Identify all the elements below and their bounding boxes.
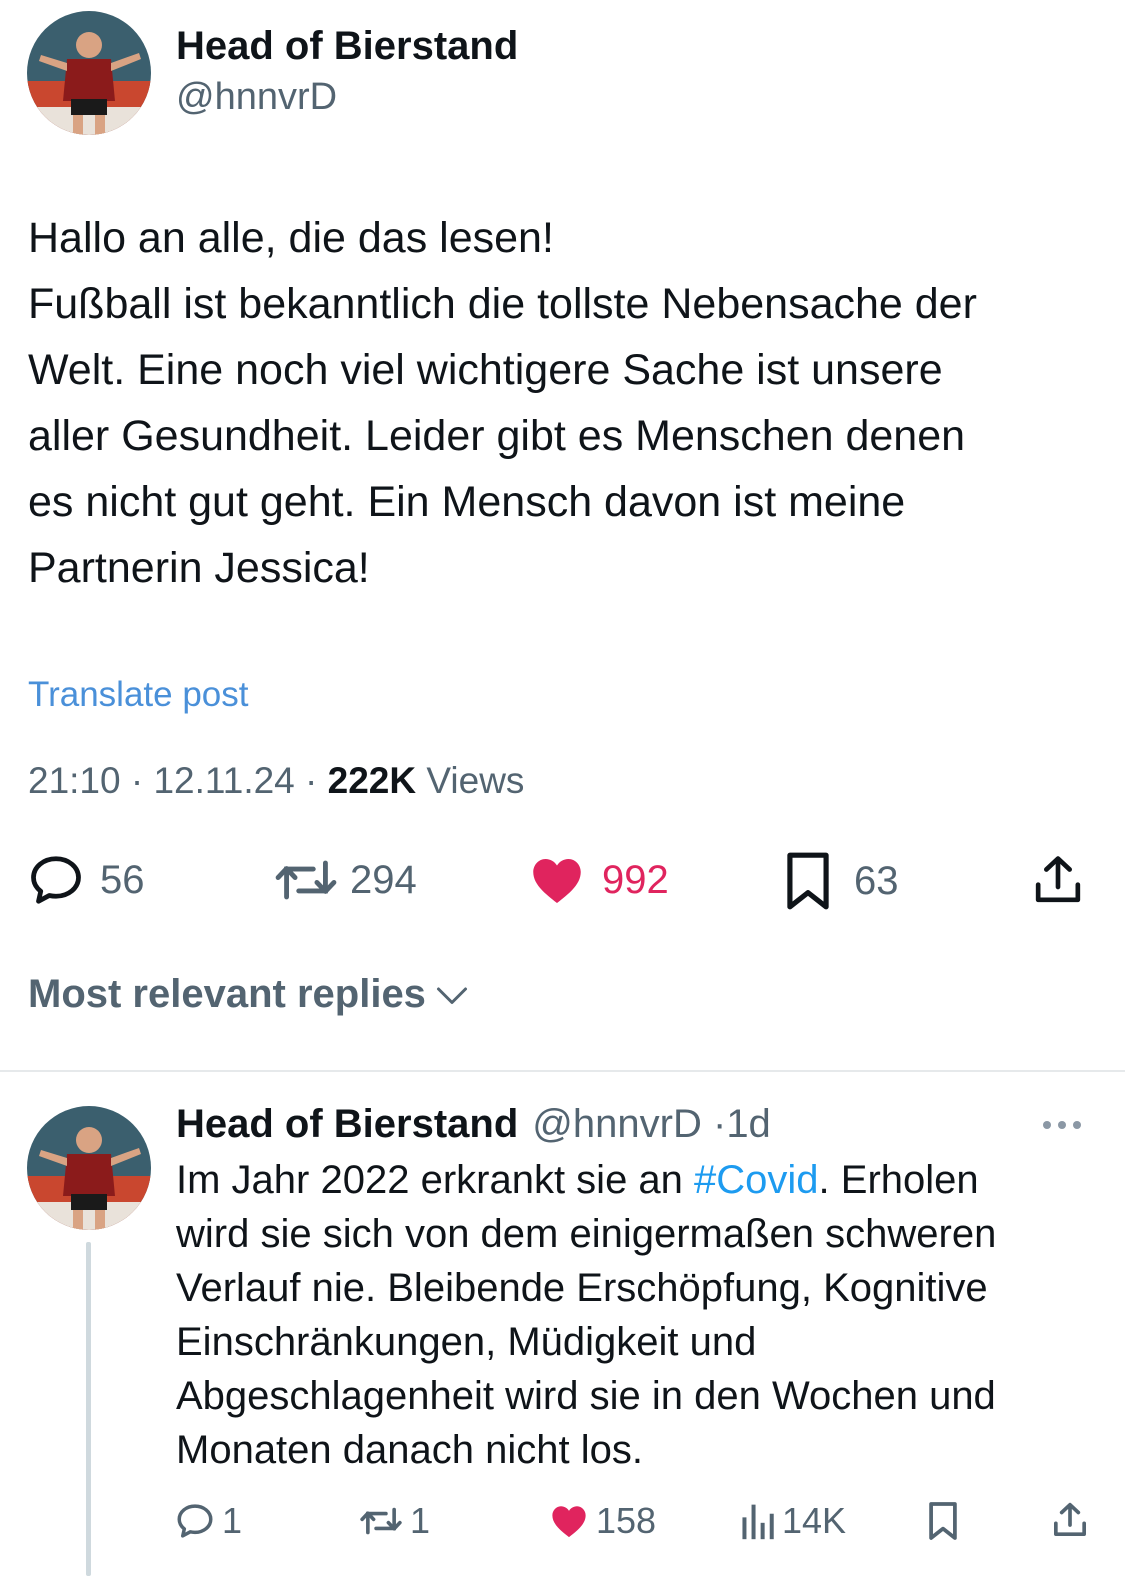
reply-text-line: Monaten danach nicht los. bbox=[176, 1428, 643, 1472]
reply-count: 56 bbox=[100, 857, 145, 902]
chevron-down-icon bbox=[436, 987, 467, 1004]
avatar-image bbox=[27, 1106, 151, 1230]
bookmark-icon bbox=[787, 852, 829, 910]
repost-icon bbox=[275, 860, 337, 900]
bookmark-button[interactable]: 63 bbox=[782, 850, 899, 912]
reply-author-handle[interactable]: @hnnvrD bbox=[532, 1102, 702, 1146]
author-handle[interactable]: @hnnvrD bbox=[176, 76, 337, 119]
bookmark-count: 63 bbox=[854, 858, 899, 903]
avatar-image bbox=[27, 11, 151, 135]
more-dots-icon bbox=[1043, 1121, 1081, 1129]
bar-chart-icon bbox=[742, 1504, 774, 1540]
reply-sort-selector[interactable]: Most relevant replies bbox=[28, 972, 470, 1017]
reply-text-line: Verlauf nie. Bleibende Erschöpfung, Kogn… bbox=[176, 1266, 988, 1310]
thread-line bbox=[86, 1242, 91, 1576]
reply-repost-count: 1 bbox=[410, 1500, 431, 1541]
views-count[interactable]: 222K bbox=[328, 760, 416, 801]
author-avatar[interactable] bbox=[27, 11, 151, 135]
reply-text-line: Abgeschlagenheit wird sie in den Wochen … bbox=[176, 1374, 996, 1418]
post-text-line: Fußball ist bekanntlich die tollste Nebe… bbox=[28, 280, 977, 328]
reply-text-segment: Im Jahr 2022 erkrankt sie an bbox=[176, 1158, 695, 1202]
speech-bubble-icon bbox=[177, 1504, 213, 1538]
post-time[interactable]: 21:10 bbox=[28, 760, 121, 801]
repost-count: 294 bbox=[350, 857, 417, 902]
like-count: 992 bbox=[602, 857, 669, 902]
reply-views-button[interactable]: 14K bbox=[738, 1500, 846, 1542]
meta-separator: · bbox=[712, 1102, 727, 1146]
reply-age[interactable]: 1d bbox=[726, 1102, 771, 1146]
post-text: Hallo an alle, die das lesen! Fußball is… bbox=[28, 205, 1103, 601]
reply-text-line: wird sie sich von dem einigermaßen schwe… bbox=[176, 1212, 997, 1256]
meta-separator: · bbox=[130, 760, 144, 801]
post-text-line: Partnerin Jessica! bbox=[28, 544, 370, 592]
sort-label: Most relevant replies bbox=[28, 972, 426, 1016]
reply-bookmark-button[interactable] bbox=[926, 1500, 960, 1542]
reply-button[interactable]: 56 bbox=[26, 850, 145, 910]
repost-button[interactable]: 294 bbox=[272, 850, 417, 910]
reply-like-button[interactable]: 158 bbox=[548, 1500, 656, 1542]
share-icon bbox=[1054, 1502, 1086, 1536]
reply-text-line: Einschränkungen, Müdigkeit und bbox=[176, 1320, 757, 1364]
repost-icon bbox=[360, 1507, 402, 1535]
reply-author-name[interactable]: Head of Bierstand bbox=[176, 1102, 518, 1146]
post-text-line: Hallo an alle, die das lesen! bbox=[28, 214, 554, 262]
post-date[interactable]: 12.11.24 bbox=[153, 760, 294, 801]
reply-share-button[interactable] bbox=[1050, 1500, 1090, 1540]
reply-views-count: 14K bbox=[782, 1500, 847, 1541]
speech-bubble-icon bbox=[31, 856, 81, 904]
share-icon bbox=[1035, 856, 1081, 903]
post-meta: 21:10 · 12.11.24 · 222K Views bbox=[28, 760, 524, 802]
reply-author-avatar[interactable] bbox=[27, 1106, 151, 1230]
like-button[interactable]: 992 bbox=[526, 850, 669, 910]
post-text-line: es nicht gut geht. Ein Mensch davon ist … bbox=[28, 478, 906, 526]
post-text-line: Welt. Eine noch viel wichtigere Sache is… bbox=[28, 346, 943, 394]
reply-like-count: 158 bbox=[596, 1500, 657, 1541]
reply-reply-button[interactable]: 1 bbox=[174, 1500, 242, 1542]
reply-reply-count: 1 bbox=[222, 1500, 243, 1541]
post-text-line: aller Gesundheit. Leider gibt es Mensche… bbox=[28, 412, 966, 460]
translate-post-link[interactable]: Translate post bbox=[28, 675, 248, 715]
more-button[interactable] bbox=[1040, 1118, 1084, 1137]
heart-icon bbox=[552, 1506, 586, 1538]
bookmark-icon bbox=[929, 1502, 957, 1540]
section-divider bbox=[0, 1070, 1125, 1072]
reply-text-segment: . Erholen bbox=[818, 1158, 979, 1202]
reply-text: Im Jahr 2022 erkrankt sie an #Covid. Erh… bbox=[176, 1153, 1096, 1477]
reply-text-line: Im Jahr 2022 erkrankt sie an #Covid. Erh… bbox=[176, 1153, 1096, 1207]
meta-separator: · bbox=[305, 760, 318, 801]
views-label: Views bbox=[426, 760, 525, 801]
share-button[interactable] bbox=[1030, 852, 1086, 908]
hashtag-link[interactable]: #Covid bbox=[694, 1158, 819, 1202]
heart-icon bbox=[533, 859, 581, 903]
author-name[interactable]: Head of Bierstand bbox=[176, 24, 518, 69]
reply-repost-button[interactable]: 1 bbox=[358, 1500, 430, 1542]
reply-header: Head of Bierstand @hnnvrD ·1d bbox=[176, 1102, 771, 1147]
